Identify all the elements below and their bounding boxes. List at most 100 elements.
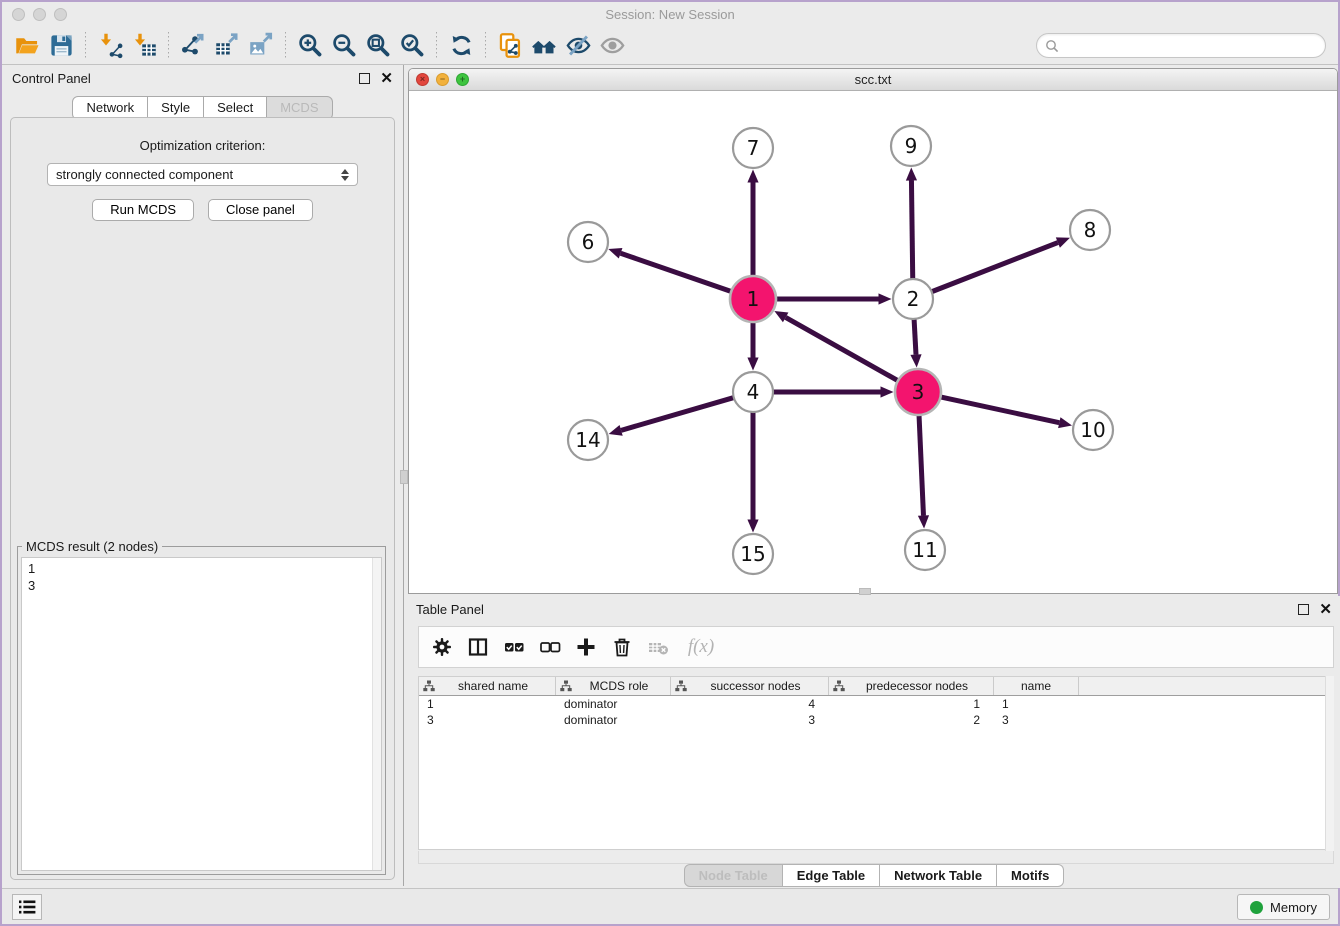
edge-2-8[interactable] (932, 243, 1058, 292)
node-label-3: 3 (912, 380, 925, 404)
close-panel-button[interactable]: Close panel (208, 199, 313, 221)
import-network-button[interactable] (93, 30, 127, 62)
table-row[interactable]: 3dominator323 (419, 712, 1333, 728)
window-titlebar: Session: New Session (2, 2, 1338, 27)
apply-layout-button[interactable] (444, 30, 478, 62)
network-graph[interactable]: 1234678910111415 (409, 91, 1337, 594)
search-box[interactable] (1036, 33, 1326, 58)
import-table-button[interactable] (127, 30, 161, 62)
column-header-successor-nodes[interactable]: successor nodes (671, 677, 829, 695)
result-scrollbar[interactable] (372, 558, 381, 870)
edge-3-1[interactable] (786, 317, 898, 380)
column-header-shared-name[interactable]: shared name (419, 677, 556, 695)
edge-arrowhead (1058, 417, 1072, 428)
tab-edge-table[interactable]: Edge Table (783, 864, 880, 887)
network-view-window: × − + scc.txt 1234678910111415 (408, 68, 1338, 594)
table-settings-button[interactable] (427, 632, 457, 662)
tab-network-table[interactable]: Network Table (880, 864, 997, 887)
column-header-predecessor-nodes[interactable]: predecessor nodes (829, 677, 994, 695)
first-neighbors-button[interactable] (527, 30, 561, 62)
open-session-button[interactable] (10, 30, 44, 62)
edge-1-6[interactable] (621, 253, 732, 291)
show-all-button[interactable] (595, 30, 629, 62)
zoom-fit-button[interactable] (361, 30, 395, 62)
import-table-icon (131, 32, 158, 59)
result-line: 1 (28, 560, 381, 577)
table-cell: 3 (994, 713, 1079, 727)
edge-4-14[interactable] (621, 398, 734, 431)
search-input[interactable] (1059, 38, 1325, 53)
select-all-columns-button[interactable] (499, 632, 529, 662)
tab-node-table[interactable]: Node Table (684, 864, 783, 887)
table-cell: 4 (671, 697, 829, 711)
split-columns-button[interactable] (463, 632, 493, 662)
toolbar-separator (436, 32, 437, 60)
edge-arrowhead (608, 248, 622, 259)
table-panel-title: Table Panel (416, 602, 1298, 617)
close-panel-icon[interactable]: ✕ (380, 73, 393, 84)
criterion-dropdown[interactable]: strongly connected component (47, 163, 358, 186)
save-session-button[interactable] (44, 30, 78, 62)
export-network-icon (180, 32, 207, 59)
hide-selected-button[interactable] (561, 30, 595, 62)
split-columns-icon (467, 636, 489, 658)
control-panel: Control Panel ✕ NetworkStyleSelectMCDS O… (2, 65, 404, 886)
zoom-in-button[interactable] (293, 30, 327, 62)
export-image-button[interactable] (244, 30, 278, 62)
mcds-result-list[interactable]: 13 (21, 557, 382, 871)
node-label-1: 1 (747, 287, 760, 311)
node-label-4: 4 (747, 380, 760, 404)
search-icon (1045, 39, 1059, 53)
show-all-icon (599, 32, 626, 59)
column-header-MCDS-role[interactable]: MCDS role (556, 677, 671, 695)
float-panel-icon[interactable] (359, 73, 370, 84)
memory-button[interactable]: Memory (1237, 894, 1330, 920)
node-label-9: 9 (905, 134, 918, 158)
network-window-titlebar: × − + scc.txt (409, 69, 1337, 91)
column-header-name[interactable]: name (994, 677, 1079, 695)
apply-layout-icon (448, 32, 475, 59)
edge-arrowhead (906, 167, 917, 180)
add-column-button[interactable] (571, 632, 601, 662)
edge-3-10[interactable] (940, 397, 1059, 423)
table-horizontal-scrollbar[interactable] (418, 851, 1334, 864)
unselect-all-columns-button[interactable] (535, 632, 565, 662)
table-vertical-scrollbar[interactable] (1325, 676, 1334, 851)
close-table-panel-icon[interactable]: ✕ (1319, 604, 1332, 615)
memory-label: Memory (1270, 900, 1317, 915)
window-title: Session: New Session (2, 7, 1338, 22)
run-mcds-button[interactable]: Run MCDS (92, 199, 194, 221)
delete-column-button[interactable] (607, 632, 637, 662)
float-table-panel-icon[interactable] (1298, 604, 1309, 615)
table-cell: 1 (829, 697, 994, 711)
import-network-icon (97, 32, 124, 59)
task-history-button[interactable] (12, 894, 42, 920)
edge-2-3[interactable] (914, 319, 916, 355)
zoom-in-icon (297, 32, 324, 59)
zoom-out-button[interactable] (327, 30, 361, 62)
table-row[interactable]: 1dominator411 (419, 696, 1333, 712)
delete-table-icon (647, 636, 669, 658)
edge-3-11[interactable] (919, 415, 923, 516)
node-label-14: 14 (575, 428, 600, 452)
export-network-button[interactable] (176, 30, 210, 62)
table-cell: dominator (556, 713, 671, 727)
function-builder-button: f(x) (679, 632, 723, 662)
toolbar-separator (85, 32, 86, 60)
new-network-from-selection-button[interactable] (493, 30, 527, 62)
table-panel-header: Table Panel ✕ (406, 596, 1340, 622)
network-canvas[interactable]: 1234678910111415 (409, 91, 1337, 594)
edge-2-9[interactable] (911, 180, 912, 279)
export-table-button[interactable] (210, 30, 244, 62)
control-panel-header: Control Panel ✕ (2, 65, 403, 91)
node-label-2: 2 (907, 287, 920, 311)
horizontal-splitter-grip[interactable] (859, 588, 871, 595)
hide-selected-icon (565, 32, 592, 59)
tab-motifs[interactable]: Motifs (997, 864, 1064, 887)
zoom-selected-button[interactable] (395, 30, 429, 62)
list-icon (18, 899, 36, 915)
table-cell: 3 (419, 713, 556, 727)
status-bar: Memory (2, 888, 1338, 924)
criterion-value: strongly connected component (56, 167, 341, 182)
vertical-splitter-grip[interactable] (400, 470, 408, 484)
